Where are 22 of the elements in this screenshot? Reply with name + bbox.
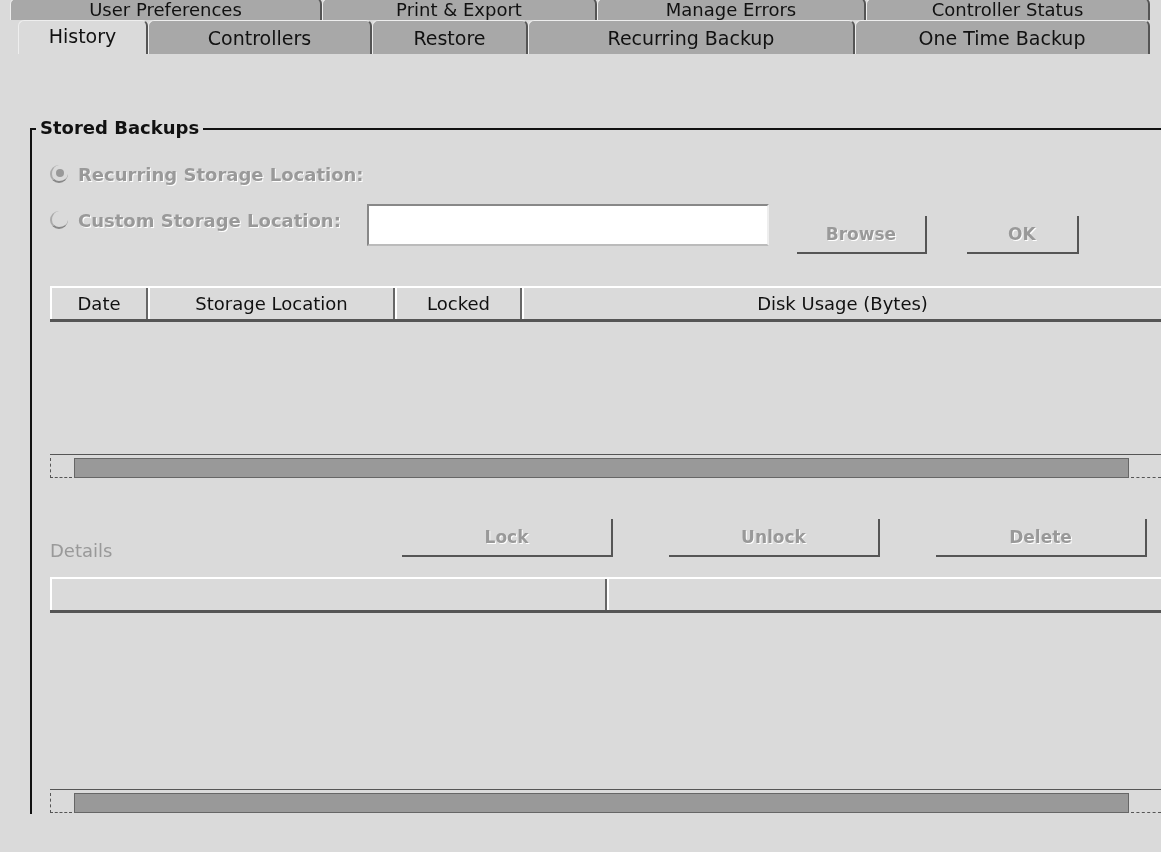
- radio-label: Custom Storage Location:: [78, 209, 341, 231]
- details-label: Details: [50, 540, 114, 561]
- scrollbar-thumb[interactable]: [74, 458, 1129, 478]
- scroll-left-icon[interactable]: [50, 458, 72, 478]
- tab[interactable]: User Preferences: [10, 0, 322, 20]
- tab[interactable]: Manage Errors: [597, 0, 866, 20]
- tab[interactable]: Restore: [372, 20, 528, 54]
- tab[interactable]: Print & Export: [322, 0, 597, 20]
- column-header[interactable]: Storage Location: [148, 288, 395, 319]
- tab[interactable]: One Time Backup: [855, 20, 1150, 54]
- radio-label: Recurring Storage Location:: [78, 163, 364, 185]
- scroll-left-icon[interactable]: [50, 793, 72, 813]
- tab[interactable]: Controllers: [148, 20, 372, 54]
- column-header[interactable]: Date: [50, 288, 148, 319]
- group-title: Stored Backups: [36, 117, 204, 138]
- column-header[interactable]: Locked: [395, 288, 522, 319]
- tab[interactable]: Controller Status: [866, 0, 1150, 20]
- location-field[interactable]: [366, 204, 769, 246]
- scrollbar-thumb[interactable]: [74, 793, 1129, 813]
- tab[interactable]: Recurring Backup: [528, 20, 855, 54]
- column-header[interactable]: Disk Usage (Bytes): [522, 288, 1161, 319]
- tab[interactable]: History: [18, 20, 148, 54]
